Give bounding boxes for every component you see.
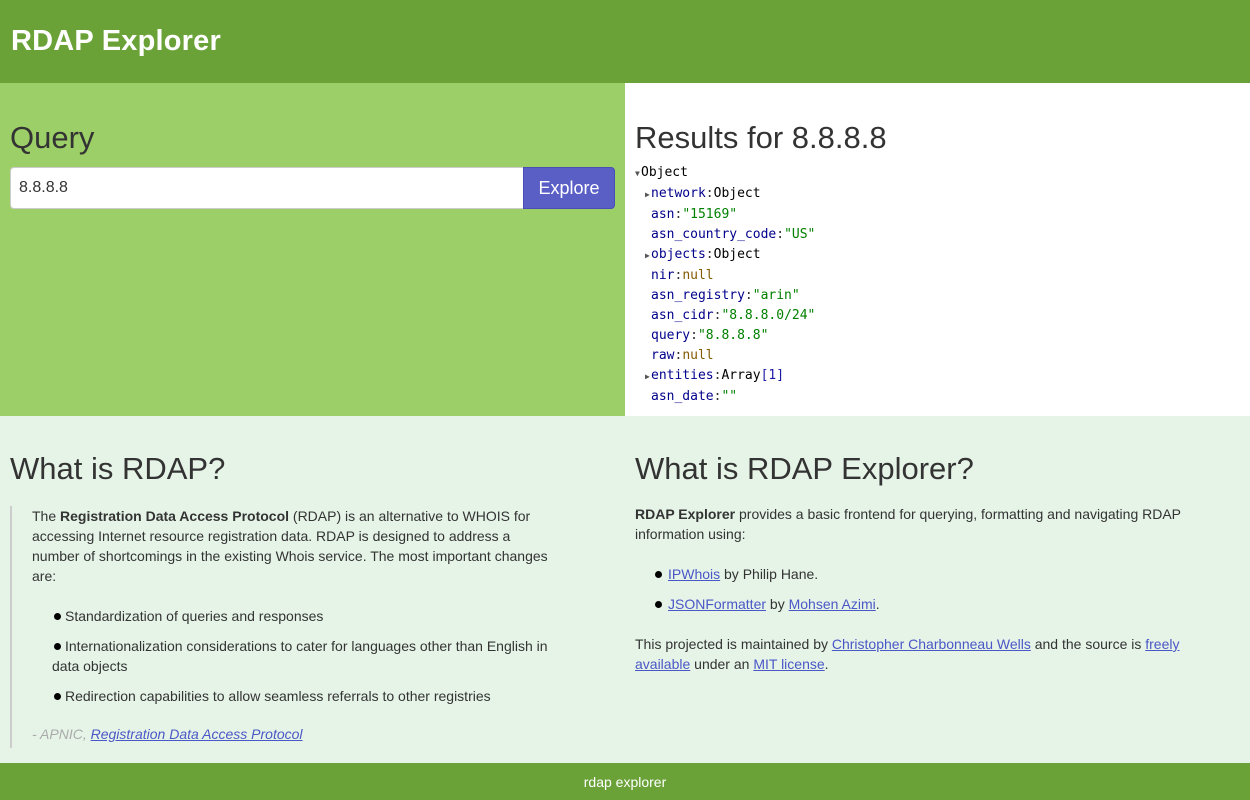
explorer-about: RDAP Explorer provides a basic frontend … bbox=[635, 504, 1235, 674]
rdap-intro-bold: Registration Data Access Protocol bbox=[60, 508, 290, 524]
json-row-raw: raw:null bbox=[635, 346, 1240, 366]
list-item: Standardization of queries and responses bbox=[32, 606, 560, 626]
list-item: Redirection capabilities to allow seamle… bbox=[32, 686, 560, 706]
explorer-tools-list: IPWhois by Philip Hane. JSONFormatter by… bbox=[635, 564, 1235, 614]
json-value: "" bbox=[721, 389, 738, 404]
rdap-blockquote: The Registration Data Access Protocol (R… bbox=[10, 506, 560, 748]
json-value: Object bbox=[713, 247, 761, 262]
json-value: "8.8.8.8" bbox=[697, 328, 769, 343]
json-key: asn_date bbox=[651, 389, 714, 404]
quote-source-prefix: - APNIC, bbox=[32, 726, 91, 742]
footer-text: rdap explorer bbox=[583, 773, 667, 790]
what-is-explorer-heading: What is RDAP Explorer? bbox=[635, 451, 974, 486]
json-key: asn_country_code bbox=[651, 227, 777, 242]
query-form: Explore bbox=[10, 167, 615, 209]
list-item-text: by bbox=[766, 596, 789, 612]
json-array-length: [1] bbox=[760, 368, 785, 383]
json-key: entities bbox=[651, 368, 714, 383]
json-row-asn_registry: asn_registry:"arin" bbox=[635, 286, 1240, 306]
json-tree: ▼Object ▶network:Object asn:"15169" asn_co… bbox=[635, 163, 1240, 407]
json-root-label: Object bbox=[641, 165, 688, 180]
list-item: IPWhois by Philip Hane. bbox=[635, 564, 1235, 584]
json-value: "US" bbox=[784, 227, 816, 242]
list-item: JSONFormatter by Mohsen Azimi. bbox=[635, 594, 1235, 614]
rdap-source-link[interactable]: Registration Data Access Protocol bbox=[91, 726, 303, 742]
top-section: Query Explore Results for 8.8.8.8 ▼Objec… bbox=[0, 83, 1250, 416]
json-row-query: query:"8.8.8.8" bbox=[635, 326, 1240, 346]
list-item-end: . bbox=[875, 596, 880, 612]
app-footer: rdap explorer bbox=[0, 763, 1250, 800]
license-link[interactable]: MIT license bbox=[753, 656, 824, 672]
json-key: objects bbox=[651, 247, 706, 262]
maint-end: . bbox=[824, 656, 829, 672]
json-value: Object bbox=[713, 186, 761, 201]
json-key: network bbox=[651, 186, 706, 201]
list-item-text: Standardization of queries and responses bbox=[65, 608, 324, 624]
json-value: "8.8.8.0/24" bbox=[721, 308, 816, 323]
rdap-changes-list: Standardization of queries and responses… bbox=[32, 606, 560, 706]
info-section: What is RDAP? The Registration Data Acce… bbox=[0, 416, 1250, 763]
maint-mid: and the source is bbox=[1030, 636, 1146, 652]
json-value: "arin" bbox=[752, 288, 800, 303]
rdap-intro-pre: The bbox=[32, 508, 61, 524]
explorer-intro: RDAP Explorer provides a basic frontend … bbox=[635, 504, 1235, 544]
app-title: RDAP Explorer bbox=[11, 25, 221, 57]
rdap-intro: The Registration Data Access Protocol (R… bbox=[32, 506, 560, 586]
json-root-toggle[interactable]: ▼Object bbox=[635, 163, 1240, 184]
json-row-network[interactable]: ▶network:Object bbox=[635, 184, 1240, 205]
json-key: asn_cidr bbox=[651, 308, 714, 323]
json-value: null bbox=[682, 268, 714, 283]
json-value: null bbox=[682, 348, 714, 363]
json-row-objects[interactable]: ▶objects:Object bbox=[635, 245, 1240, 266]
json-colon: : bbox=[744, 288, 753, 303]
list-item-text: by Philip Hane. bbox=[720, 566, 819, 582]
json-row-asn_country_code: asn_country_code:"US" bbox=[635, 225, 1240, 245]
json-row-asn: asn:"15169" bbox=[635, 205, 1240, 225]
quote-source: - APNIC, Registration Data Access Protoc… bbox=[32, 724, 560, 748]
ipwhois-link[interactable]: IPWhois bbox=[668, 566, 720, 582]
maintainer-link[interactable]: Christopher Charbonneau Wells bbox=[832, 636, 1031, 652]
json-colon: : bbox=[690, 328, 698, 343]
results-heading: Results for 8.8.8.8 bbox=[635, 121, 1240, 155]
list-item: Internationalization considerations to c… bbox=[32, 636, 560, 676]
what-is-rdap-heading: What is RDAP? bbox=[10, 451, 226, 486]
json-row-entities[interactable]: ▶entities:Array[1] bbox=[635, 366, 1240, 387]
json-key: nir bbox=[651, 268, 675, 283]
list-item-text: Redirection capabilities to allow seamle… bbox=[65, 688, 491, 704]
json-row-asn_date: asn_date:"" bbox=[635, 387, 1240, 407]
explorer-intro-bold: RDAP Explorer bbox=[635, 506, 736, 522]
json-value: "15169" bbox=[682, 207, 738, 222]
json-row-asn_cidr: asn_cidr:"8.8.8.0/24" bbox=[635, 306, 1240, 326]
json-key: asn bbox=[651, 207, 675, 222]
results-pane: Results for 8.8.8.8 ▼Object ▶network:Obj… bbox=[625, 83, 1250, 416]
results-heading-query: 8.8.8.8 bbox=[791, 120, 887, 155]
explore-button[interactable]: Explore bbox=[523, 167, 615, 209]
query-input[interactable] bbox=[10, 167, 523, 209]
jsonformatter-link[interactable]: JSONFormatter bbox=[668, 596, 766, 612]
what-is-explorer-column: What is RDAP Explorer? RDAP Explorer pro… bbox=[625, 416, 1250, 763]
results-heading-prefix: Results for bbox=[635, 120, 792, 155]
what-is-rdap-column: What is RDAP? The Registration Data Acce… bbox=[0, 416, 625, 763]
maintainer-text: This projected is maintained by Christop… bbox=[635, 634, 1235, 674]
app-header: RDAP Explorer bbox=[0, 0, 1250, 83]
query-heading: Query bbox=[10, 120, 95, 155]
json-key: raw bbox=[651, 348, 675, 363]
json-colon: : bbox=[705, 186, 714, 201]
mohsen-azimi-link[interactable]: Mohsen Azimi bbox=[789, 596, 876, 612]
json-key: query bbox=[651, 328, 691, 343]
maint-pre: This projected is maintained by bbox=[635, 636, 832, 652]
query-pane: Query Explore bbox=[0, 83, 625, 416]
list-item-text: Internationalization considerations to c… bbox=[52, 638, 548, 674]
maint-mid2: under an bbox=[690, 656, 754, 672]
json-value: Array bbox=[721, 368, 761, 383]
json-key: asn_registry bbox=[651, 288, 745, 303]
json-colon: : bbox=[705, 247, 714, 262]
json-row-nir: nir:null bbox=[635, 266, 1240, 286]
json-colon: : bbox=[776, 227, 785, 242]
